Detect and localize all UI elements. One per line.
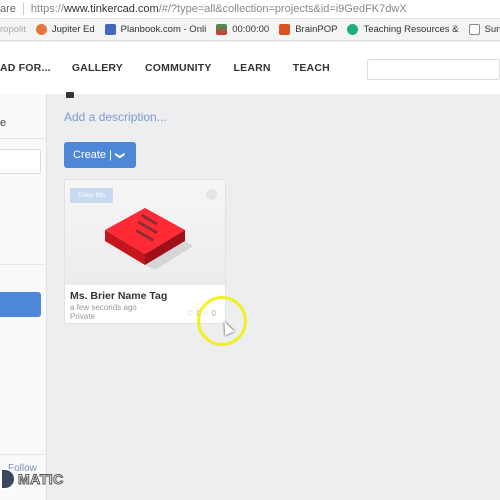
jupiter-icon (35, 24, 47, 35)
nav-item-download[interactable]: AD FOR... (0, 62, 51, 74)
nav-item-gallery[interactable]: GALLERY (72, 62, 123, 74)
bookmark-item[interactable]: BrainPOP (279, 24, 337, 35)
watermark: MATIC (0, 468, 64, 490)
bookmark-label: Teaching Resources & (363, 24, 459, 35)
bookmarks-bar: ropolit Jupiter Ed Planbook.com - Onli 0… (0, 18, 500, 41)
heart-icon[interactable]: ♡ (186, 309, 193, 318)
bookmark-item[interactable]: SunGard P (468, 24, 500, 35)
add-description-field[interactable]: Add a description... (64, 110, 167, 124)
bookmark-label: 00:00:00 (232, 24, 270, 35)
watermark-logo-icon (0, 468, 16, 490)
secure-label: are (0, 3, 16, 15)
bookmark-label: BrainPOP (295, 24, 338, 35)
brainpop-icon (279, 24, 291, 35)
nav-item-learn[interactable]: LEARN (234, 62, 271, 74)
click-highlight (197, 296, 247, 346)
address-separator (22, 3, 24, 15)
bookmark-item[interactable]: Planbook.com - Onli (104, 24, 207, 35)
project-timestamp: a few seconds ago (70, 303, 137, 312)
sidebar-label: e (0, 117, 7, 129)
pin-icon (66, 92, 74, 98)
bookmark-item[interactable]: Teaching Resources & (347, 24, 459, 35)
url-host: www.tinkercad.com (63, 3, 159, 15)
bookmark-label: SunGard P (484, 24, 500, 35)
sidebar: e Follow (0, 94, 47, 500)
create-button[interactable]: Create | ❯ (64, 142, 136, 168)
page-icon (468, 24, 480, 35)
nav-item-teach[interactable]: TEACH (293, 62, 330, 74)
chevron-down-icon: ❯ (115, 151, 126, 159)
sidebar-divider (0, 454, 47, 455)
project-title[interactable]: Ms. Brier Name Tag (70, 290, 167, 302)
tinker-this-button[interactable]: Tinker this (70, 188, 113, 203)
bookmark-label: ropolit (0, 24, 26, 35)
sidebar-divider (0, 264, 47, 265)
url-prefix: https:// (30, 3, 64, 15)
collection-main: Add a description... Create | ❯ Tinker t… (48, 92, 500, 500)
bookmark-label: Planbook.com - Onli (120, 24, 207, 35)
url-path: /#/?type=all&collection=projects&id=i9Ge… (158, 3, 407, 15)
search-input[interactable] (367, 59, 500, 80)
bookmark-label: Jupiter Ed (51, 24, 95, 35)
project-card[interactable]: Tinker this Ms. Brier Name Tag a few sec… (64, 179, 226, 324)
sidebar-button[interactable] (0, 292, 41, 317)
create-label: Create | (73, 149, 112, 161)
planbook-icon (104, 24, 116, 35)
address-bar[interactable]: are https://www.tinkercad.com/#/?type=al… (0, 0, 500, 18)
bookmark-item[interactable]: 00:00:00 (216, 24, 269, 35)
timer-icon (216, 24, 228, 35)
teaching-icon (347, 24, 359, 35)
sidebar-input[interactable] (0, 149, 41, 174)
project-thumbnail[interactable]: Tinker this (65, 180, 225, 285)
bookmark-item[interactable]: Jupiter Ed (35, 24, 95, 35)
watermark-text: MATIC (18, 471, 64, 488)
site-navbar: AD FOR... GALLERY COMMUNITY LEARN TEACH (0, 42, 500, 94)
bookmark-item[interactable]: ropolit (0, 24, 26, 35)
url-text[interactable]: https://www.tinkercad.com/#/?type=all&co… (31, 3, 407, 15)
nav-item-community[interactable]: COMMUNITY (145, 62, 212, 74)
sidebar-divider (0, 138, 47, 139)
project-visibility: Private (70, 312, 95, 321)
gear-icon[interactable] (206, 189, 217, 200)
